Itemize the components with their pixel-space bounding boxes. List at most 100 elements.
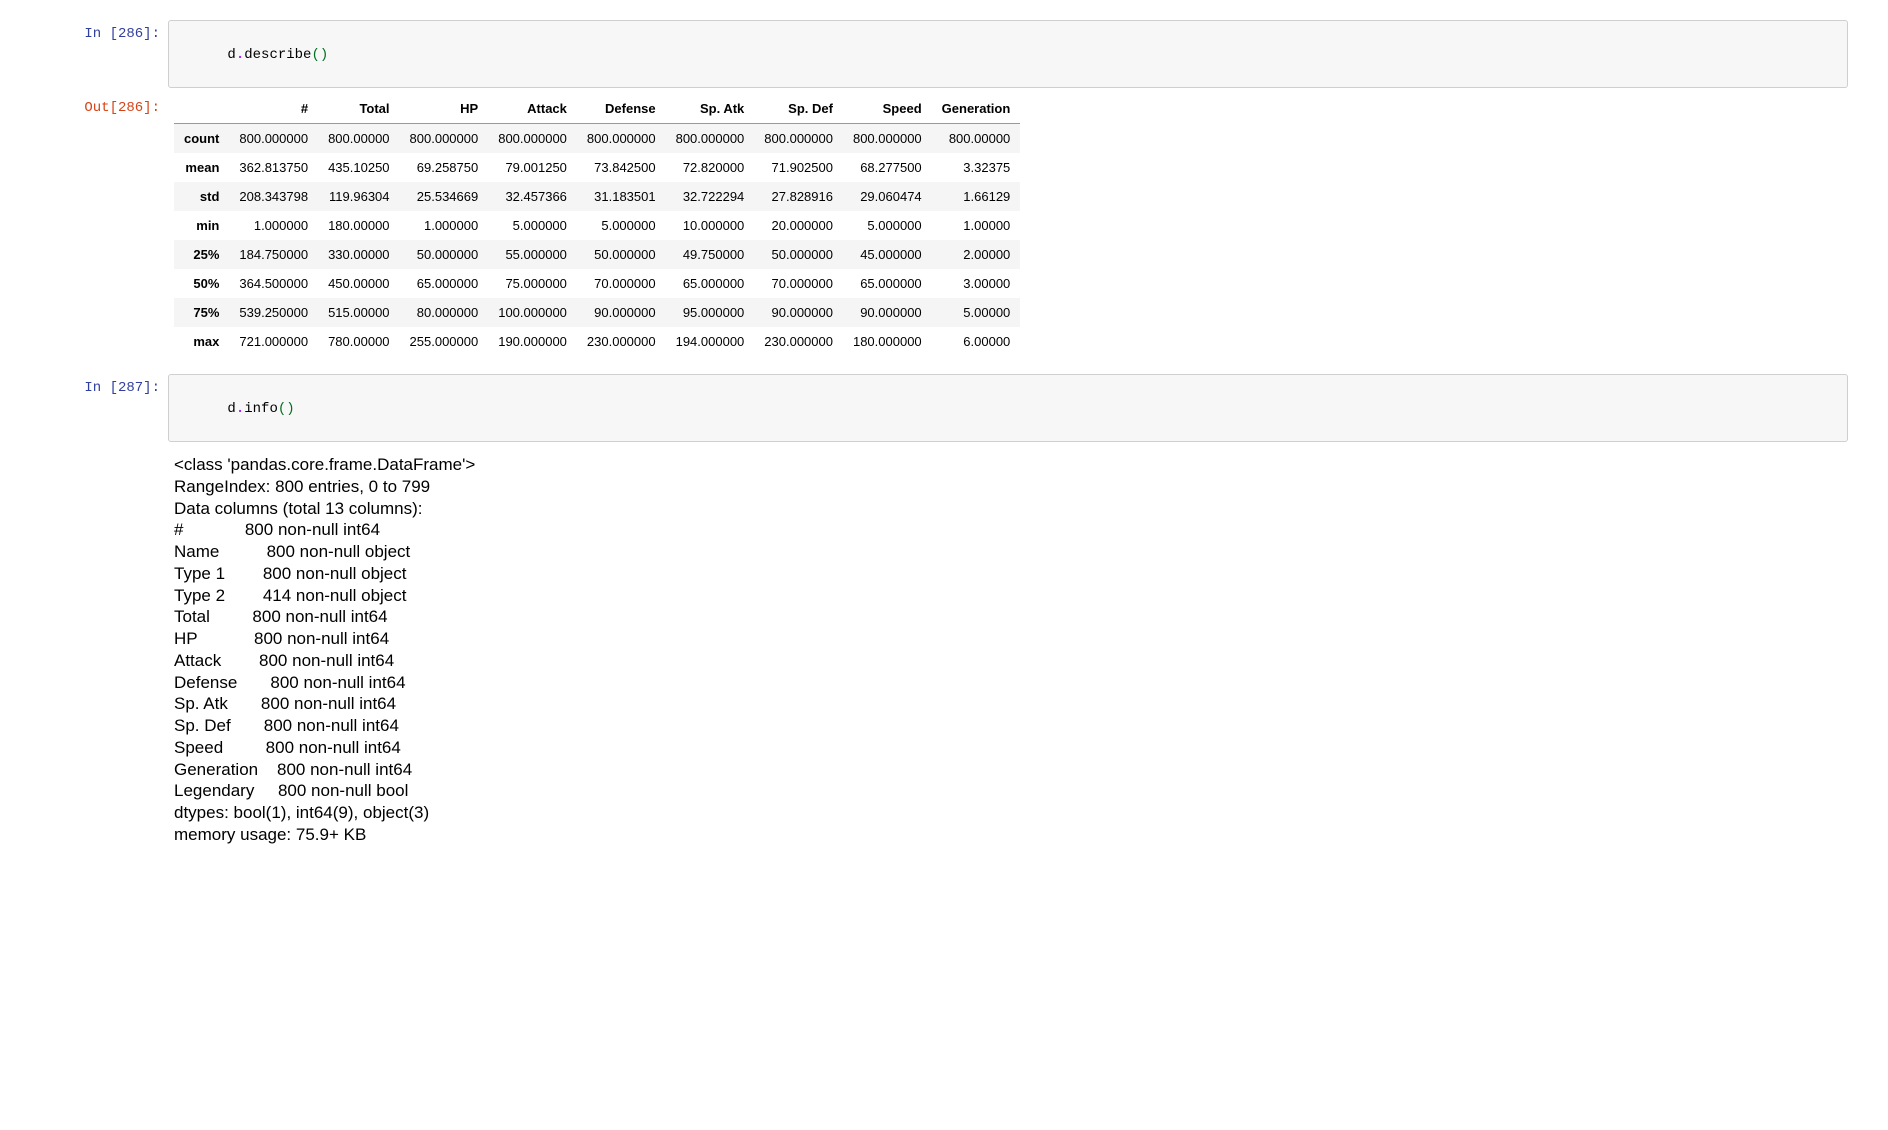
table-cell: 330.00000: [318, 240, 399, 269]
table-cell: 800.000000: [229, 124, 318, 154]
table-cell: 800.000000: [488, 124, 577, 154]
table-cell: 5.000000: [843, 211, 932, 240]
table-column-header: [174, 94, 229, 124]
table-cell: 29.060474: [843, 182, 932, 211]
table-column-header: Sp. Atk: [666, 94, 755, 124]
table-row: min1.000000180.000001.0000005.0000005.00…: [174, 211, 1020, 240]
code-identifier: d: [227, 401, 235, 417]
table-cell: 364.500000: [229, 269, 318, 298]
table-cell: 3.00000: [932, 269, 1021, 298]
input-cell-286: In [286]: d.describe(): [40, 20, 1848, 88]
table-cell: 20.000000: [754, 211, 843, 240]
table-cell: 780.00000: [318, 327, 399, 356]
table-cell: 65.000000: [400, 269, 489, 298]
table-cell: 10.000000: [666, 211, 755, 240]
table-cell: 119.96304: [318, 182, 399, 211]
code-dot: .: [236, 401, 244, 417]
table-cell: 5.000000: [488, 211, 577, 240]
table-column-header: HP: [400, 94, 489, 124]
table-cell: 1.66129: [932, 182, 1021, 211]
table-cell: 194.000000: [666, 327, 755, 356]
input-prompt: In [286]:: [40, 20, 168, 48]
table-cell: 2.00000: [932, 240, 1021, 269]
table-cell: 49.750000: [666, 240, 755, 269]
table-cell: 95.000000: [666, 298, 755, 327]
table-cell: 72.820000: [666, 153, 755, 182]
table-cell: 71.902500: [754, 153, 843, 182]
table-cell: 32.722294: [666, 182, 755, 211]
row-label: mean: [174, 153, 229, 182]
code-input[interactable]: d.describe(): [168, 20, 1848, 88]
row-label: 50%: [174, 269, 229, 298]
row-label: count: [174, 124, 229, 154]
table-cell: 31.183501: [577, 182, 666, 211]
code-method: describe: [244, 47, 311, 63]
table-cell: 50.000000: [577, 240, 666, 269]
table-cell: 450.00000: [318, 269, 399, 298]
table-cell: 800.000000: [577, 124, 666, 154]
table-cell: 180.00000: [318, 211, 399, 240]
table-cell: 1.00000: [932, 211, 1021, 240]
table-column-header: Defense: [577, 94, 666, 124]
table-cell: 800.000000: [843, 124, 932, 154]
table-cell: 800.000000: [400, 124, 489, 154]
table-cell: 5.000000: [577, 211, 666, 240]
table-cell: 800.00000: [318, 124, 399, 154]
table-column-header: Sp. Def: [754, 94, 843, 124]
code-parens: (): [278, 401, 295, 417]
table-cell: 50.000000: [754, 240, 843, 269]
table-cell: 230.000000: [577, 327, 666, 356]
table-cell: 5.00000: [932, 298, 1021, 327]
code-method: info: [244, 401, 278, 417]
table-cell: 90.000000: [577, 298, 666, 327]
table-cell: 45.000000: [843, 240, 932, 269]
table-column-header: #: [229, 94, 318, 124]
table-cell: 435.10250: [318, 153, 399, 182]
row-label: max: [174, 327, 229, 356]
table-cell: 69.258750: [400, 153, 489, 182]
table-cell: 90.000000: [843, 298, 932, 327]
output-cell-286: Out[286]: #TotalHPAttackDefenseSp. AtkSp…: [40, 94, 1848, 356]
table-cell: 79.001250: [488, 153, 577, 182]
table-cell: 90.000000: [754, 298, 843, 327]
table-cell: 50.000000: [400, 240, 489, 269]
code-parens: (): [311, 47, 328, 63]
code-identifier: d: [227, 47, 235, 63]
table-cell: 190.000000: [488, 327, 577, 356]
table-column-header: Generation: [932, 94, 1021, 124]
table-cell: 65.000000: [843, 269, 932, 298]
dataframe-output: #TotalHPAttackDefenseSp. AtkSp. DefSpeed…: [168, 94, 1848, 356]
table-cell: 55.000000: [488, 240, 577, 269]
table-row: mean362.813750435.1025069.25875079.00125…: [174, 153, 1020, 182]
table-cell: 80.000000: [400, 298, 489, 327]
table-cell: 1.000000: [400, 211, 489, 240]
table-cell: 25.534669: [400, 182, 489, 211]
table-cell: 230.000000: [754, 327, 843, 356]
table-cell: 65.000000: [666, 269, 755, 298]
table-header-row: #TotalHPAttackDefenseSp. AtkSp. DefSpeed…: [174, 94, 1020, 124]
row-label: std: [174, 182, 229, 211]
code-input[interactable]: d.info(): [168, 374, 1848, 442]
table-cell: 75.000000: [488, 269, 577, 298]
table-cell: 800.000000: [666, 124, 755, 154]
table-row: max721.000000780.00000255.000000190.0000…: [174, 327, 1020, 356]
table-column-header: Total: [318, 94, 399, 124]
table-row: std208.343798119.9630425.53466932.457366…: [174, 182, 1020, 211]
table-cell: 100.000000: [488, 298, 577, 327]
input-prompt: In [287]:: [40, 374, 168, 402]
table-cell: 73.842500: [577, 153, 666, 182]
input-cell-287: In [287]: d.info(): [40, 374, 1848, 442]
table-cell: 1.000000: [229, 211, 318, 240]
describe-table: #TotalHPAttackDefenseSp. AtkSp. DefSpeed…: [174, 94, 1020, 356]
table-row: count800.000000800.00000800.000000800.00…: [174, 124, 1020, 154]
table-cell: 208.343798: [229, 182, 318, 211]
table-cell: 515.00000: [318, 298, 399, 327]
table-cell: 70.000000: [577, 269, 666, 298]
table-column-header: Attack: [488, 94, 577, 124]
table-cell: 3.32375: [932, 153, 1021, 182]
table-cell: 800.00000: [932, 124, 1021, 154]
text-output-area: <class 'pandas.core.frame.DataFrame'> Ra…: [168, 448, 1848, 846]
table-row: 75%539.250000515.0000080.000000100.00000…: [174, 298, 1020, 327]
table-cell: 721.000000: [229, 327, 318, 356]
table-cell: 180.000000: [843, 327, 932, 356]
